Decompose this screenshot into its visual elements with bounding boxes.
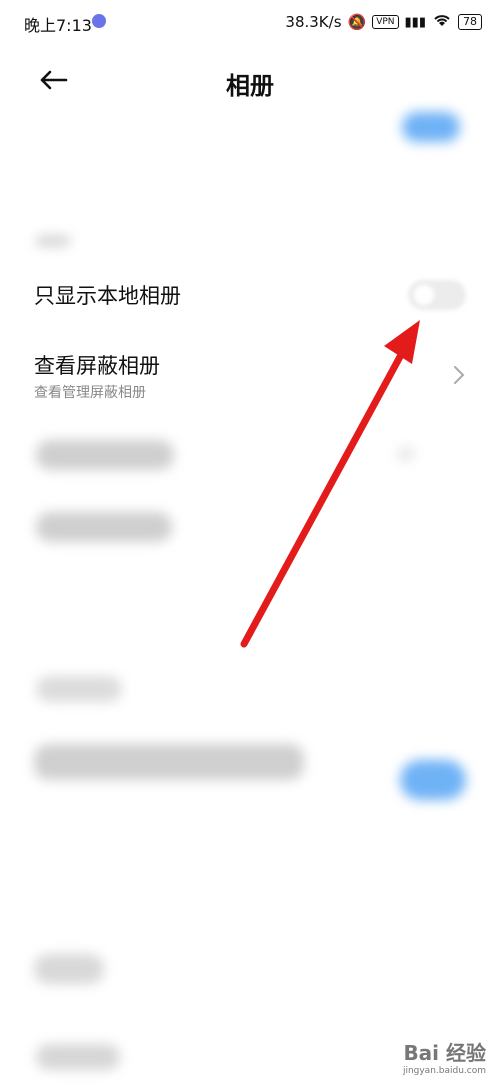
wifi-icon — [432, 12, 452, 32]
blurred-chevron — [398, 448, 414, 460]
page-title: 相册 — [226, 72, 274, 100]
watermark-url: jingyan.baidu.com — [402, 1066, 486, 1076]
watermark: Bai 经验 jingyan.baidu.com — [403, 1037, 486, 1076]
blurred-section-header — [36, 676, 122, 702]
notification-icon — [92, 14, 106, 28]
vpn-badge: VPN — [372, 15, 399, 29]
status-bar: 晚上7:13 38.3K/s 🔕 VPN ▮▮▮ 78 — [0, 0, 500, 44]
setting-hidden-albums-label: 查看屏蔽相册 — [34, 354, 160, 378]
blurred-row — [36, 512, 172, 542]
local-only-toggle[interactable] — [408, 280, 466, 310]
blurred-row — [36, 1044, 120, 1070]
setting-local-only-label: 只显示本地相册 — [34, 284, 181, 308]
battery-indicator: 78 — [458, 14, 482, 30]
setting-hidden-albums-subtitle: 查看管理屏蔽相册 — [34, 385, 146, 401]
setting-local-only[interactable]: 只显示本地相册 — [0, 266, 500, 326]
network-speed: 38.3K/s — [285, 13, 342, 31]
signal-icon: ▮▮▮ — [404, 14, 426, 30]
toggle-knob — [414, 285, 434, 305]
app-header: 相册 — [0, 56, 500, 106]
mute-icon: 🔕 — [347, 13, 367, 31]
blurred-section-header — [34, 954, 104, 984]
blurred-row — [36, 440, 174, 470]
chevron-right-icon — [454, 366, 465, 384]
blurred-toggle — [400, 760, 466, 800]
setting-hidden-albums[interactable]: 查看屏蔽相册 查看管理屏蔽相册 — [0, 344, 500, 410]
status-right: 38.3K/s 🔕 VPN ▮▮▮ 78 — [285, 12, 482, 32]
status-time: 晚上7:13 — [24, 16, 92, 35]
blurred-section-header — [36, 236, 70, 246]
watermark-brand: Bai 经验 — [403, 1041, 486, 1065]
annotation-arrow — [240, 320, 420, 648]
blurred-toggle — [402, 112, 460, 142]
blurred-row — [34, 744, 304, 780]
